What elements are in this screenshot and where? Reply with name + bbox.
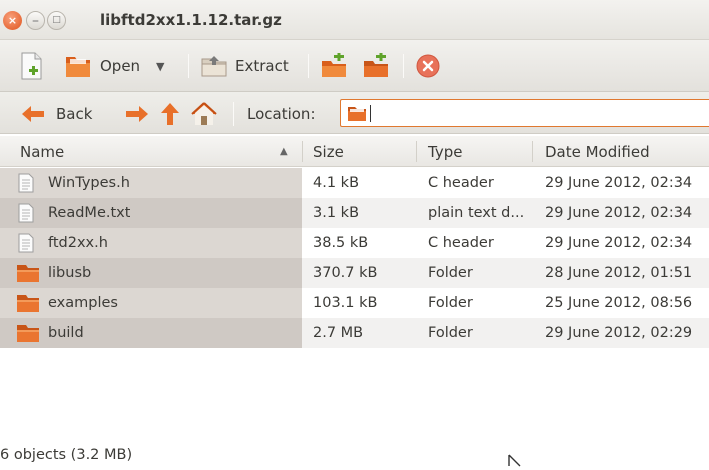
column-size[interactable]: Size — [313, 136, 344, 167]
file-name: examples — [48, 295, 118, 311]
open-folder-icon — [66, 57, 90, 77]
add-folder-icon — [364, 53, 388, 77]
file-size: 370.7 kB — [313, 265, 378, 281]
file-type: Folder — [428, 265, 473, 281]
folder-icon — [17, 295, 39, 312]
title-bar: × – □ libftd2xx1.1.12.tar.gz — [0, 0, 709, 40]
folder-icon — [348, 107, 366, 121]
file-date: 29 June 2012, 02:29 — [545, 325, 693, 341]
text-file-icon — [18, 173, 34, 193]
file-date: 29 June 2012, 02:34 — [545, 235, 693, 251]
column-type[interactable]: Type — [428, 136, 462, 167]
home-icon — [191, 102, 217, 125]
file-size: 38.5 kB — [313, 235, 369, 251]
location-input[interactable] — [340, 99, 709, 127]
file-date: 29 June 2012, 02:34 — [545, 175, 693, 191]
extract-button[interactable]: Extract — [200, 48, 289, 84]
file-size: 103.1 kB — [313, 295, 378, 311]
chevron-down-icon: ▼ — [156, 59, 165, 73]
file-name: ReadMe.txt — [48, 205, 131, 221]
table-row[interactable]: WinTypes.h 4.1 kB C header 29 June 2012,… — [0, 168, 709, 198]
up-arrow-icon — [161, 103, 179, 125]
text-file-icon — [18, 203, 34, 223]
add-files-button[interactable] — [320, 48, 348, 84]
extract-label: Extract — [235, 57, 289, 75]
column-name[interactable]: Name — [20, 136, 64, 167]
file-date: 25 June 2012, 08:56 — [545, 295, 693, 311]
table-row[interactable]: ReadMe.txt 3.1 kB plain text d... 29 Jun… — [0, 198, 709, 228]
open-label: Open — [100, 57, 141, 75]
open-button[interactable]: Open — [64, 48, 140, 84]
maximize-window-button[interactable]: □ — [47, 11, 66, 30]
file-date: 29 June 2012, 02:34 — [545, 205, 693, 221]
file-size: 3.1 kB — [313, 205, 360, 221]
open-dropdown-button[interactable]: ▼ — [156, 48, 164, 84]
file-name: WinTypes.h — [48, 175, 130, 191]
status-bar-text: 6 objects (3.2 MB) — [0, 447, 133, 463]
extract-icon — [201, 56, 227, 77]
add-folder-button[interactable] — [362, 48, 390, 84]
minimize-window-button[interactable]: – — [26, 11, 45, 30]
forward-arrow-icon — [126, 106, 148, 122]
location-bar: Back Location: — [0, 92, 709, 134]
location-label: Location: — [247, 105, 316, 123]
file-type: Folder — [428, 295, 473, 311]
back-arrow-icon — [22, 106, 44, 122]
file-type: C header — [428, 175, 494, 191]
file-type: plain text d... — [428, 205, 525, 221]
file-name: build — [48, 325, 84, 341]
file-type: Folder — [428, 325, 473, 341]
back-label: Back — [56, 105, 93, 123]
column-date-modified[interactable]: Date Modified — [545, 136, 650, 167]
toolbar: Open ▼ Extract — [0, 40, 709, 92]
window-title: libftd2xx1.1.12.tar.gz — [100, 11, 282, 29]
table-row[interactable]: ftd2xx.h 38.5 kB C header 29 June 2012, … — [0, 228, 709, 258]
home-button[interactable] — [191, 96, 217, 132]
table-row[interactable]: examples 103.1 kB Folder 25 June 2012, 0… — [0, 288, 709, 318]
up-button[interactable] — [160, 96, 180, 132]
sort-ascending-icon: ▲ — [280, 146, 288, 157]
stop-button[interactable] — [416, 48, 440, 84]
file-date: 28 June 2012, 01:51 — [545, 265, 693, 281]
table-row[interactable]: libusb 370.7 kB Folder 28 June 2012, 01:… — [0, 258, 709, 288]
file-name: ftd2xx.h — [48, 235, 108, 251]
stop-icon — [416, 54, 440, 78]
file-type: C header — [428, 235, 494, 251]
back-button[interactable]: Back — [20, 96, 92, 132]
close-window-button[interactable]: × — [3, 11, 22, 30]
folder-icon — [17, 325, 39, 342]
forward-button[interactable] — [124, 96, 150, 132]
add-files-icon — [322, 53, 346, 77]
file-name: libusb — [48, 265, 92, 281]
mouse-cursor-icon — [508, 454, 521, 467]
file-size: 2.7 MB — [313, 325, 364, 341]
folder-icon — [17, 265, 39, 282]
new-archive-button[interactable] — [20, 48, 44, 84]
table-row[interactable]: build 2.7 MB Folder 29 June 2012, 02:29 — [0, 318, 709, 348]
column-header: Name ▲ Size Type Date Modified — [0, 136, 709, 167]
text-file-icon — [18, 233, 34, 253]
new-archive-icon — [21, 52, 42, 80]
file-size: 4.1 kB — [313, 175, 360, 191]
